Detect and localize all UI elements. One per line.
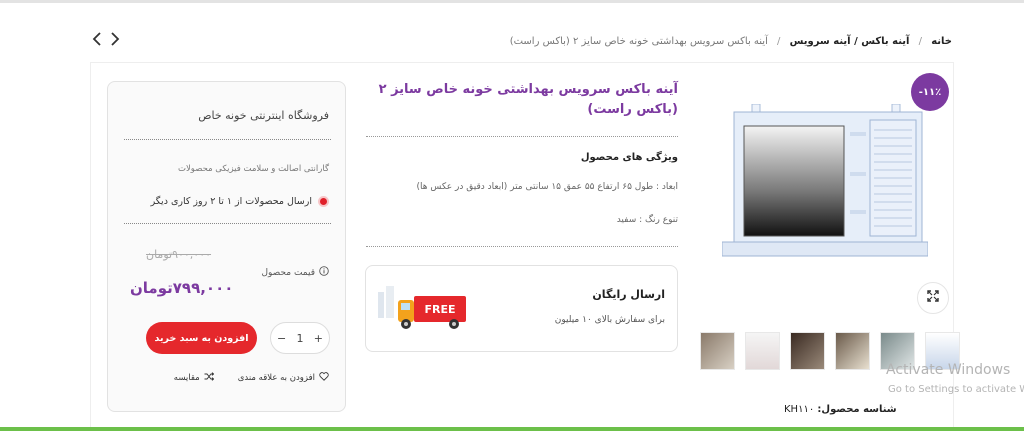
product-main-image[interactable] — [721, 103, 929, 264]
quantity-minus-button[interactable]: − — [277, 332, 286, 345]
breadcrumb-category[interactable]: آینه باکس / آینه سرویس — [790, 36, 910, 47]
chevron-right-icon[interactable] — [110, 32, 120, 50]
feature-dimensions: ابعاد : طول ۶۵ ارتفاع ۵۵ عمق ۱۵ سانتی مت… — [416, 182, 679, 192]
compare-button[interactable]: مقایسه — [173, 372, 215, 384]
compare-label: مقایسه — [173, 373, 200, 383]
old-price: ۹۰۰,۰۰۰تومان — [146, 248, 212, 261]
expand-icon — [927, 290, 939, 306]
thumbnail-image[interactable] — [745, 332, 780, 370]
breadcrumb-current: آینه باکس سرویس بهداشتی خونه خاص سایز ۲ … — [509, 36, 768, 47]
feature-color: تنوع رنگ : سفید — [616, 215, 678, 225]
product-actions: افزودن به علاقه مندی مقایسه — [174, 372, 329, 384]
top-border — [0, 0, 1024, 3]
status-dot-icon — [318, 196, 329, 207]
sku-label: شناسه محصول: — [817, 404, 897, 415]
divider — [366, 246, 678, 247]
thumbnail-image[interactable] — [835, 332, 870, 370]
product-nav-arrows — [92, 32, 120, 50]
free-shipping-card: ارسال رایگان برای سفارش بالای ۱۰ میلیون … — [365, 265, 678, 352]
shipping-title: ارسال رایگان — [592, 288, 665, 301]
windows-activation-title: Activate Windows — [886, 362, 1011, 378]
quantity-plus-button[interactable]: + — [314, 332, 323, 345]
purchase-box: فروشگاه اینترنتی خونه خاص گارانتی اصالت … — [107, 81, 346, 412]
price-label-text: قیمت محصول — [261, 267, 315, 278]
features-heading: ویژگی های محصول — [580, 152, 678, 163]
shuffle-icon — [204, 372, 215, 384]
shop-name: فروشگاه اینترنتی خونه خاص — [198, 109, 329, 122]
add-to-cart-button[interactable]: افزودن به سبد خرید — [146, 322, 257, 354]
price-label: قیمت محصول — [261, 266, 329, 279]
product-page: خانه / آینه باکس / آینه سرویس / آینه باک… — [0, 0, 1024, 431]
guarantee-text: گارانتی اصالت و سلامت فیزیکی محصولات — [177, 164, 329, 174]
windows-activation-subtitle: Go to Settings to activate Windows. — [888, 384, 1024, 395]
divider — [124, 223, 331, 224]
shipping-subtitle: برای سفارش بالای ۱۰ میلیون — [554, 315, 665, 325]
breadcrumb: خانه / آینه باکس / آینه سرویس / آینه باک… — [510, 36, 952, 47]
current-price: ۷۹۹,۰۰۰تومان — [130, 279, 234, 297]
delivery-text: ارسال محصولات از ۱ تا ۲ روز کاری دیگر — [150, 196, 312, 207]
wishlist-button[interactable]: افزودن به علاقه مندی — [238, 372, 329, 384]
zoom-button[interactable] — [917, 282, 949, 314]
heart-icon — [319, 372, 329, 384]
product-title: آینه باکس سرویس بهداشتی خونه خاص سایز ۲ … — [378, 82, 678, 117]
bottom-border — [0, 427, 1024, 431]
info-icon — [319, 266, 329, 279]
divider — [124, 139, 331, 140]
quantity-stepper: − 1 + — [270, 322, 330, 354]
quantity-value[interactable]: 1 — [297, 332, 304, 345]
breadcrumb-separator: / — [918, 36, 923, 47]
thumbnail-image[interactable] — [700, 332, 735, 370]
delivery-info: ارسال محصولات از ۱ تا ۲ روز کاری دیگر — [151, 196, 329, 207]
breadcrumb-separator: / — [777, 36, 781, 47]
truck-free-label: FREE — [424, 303, 455, 316]
chevron-left-icon[interactable] — [92, 32, 102, 50]
thumbnail-image[interactable] — [790, 332, 825, 370]
wishlist-label: افزودن به علاقه مندی — [237, 373, 315, 383]
sku-value: KH۱۱۰ — [784, 404, 815, 415]
product-sku: شناسه محصول: KH۱۱۰ — [784, 404, 897, 415]
divider — [366, 136, 678, 137]
breadcrumb-home[interactable]: خانه — [931, 36, 952, 47]
delivery-truck-icon: FREE — [376, 286, 476, 336]
